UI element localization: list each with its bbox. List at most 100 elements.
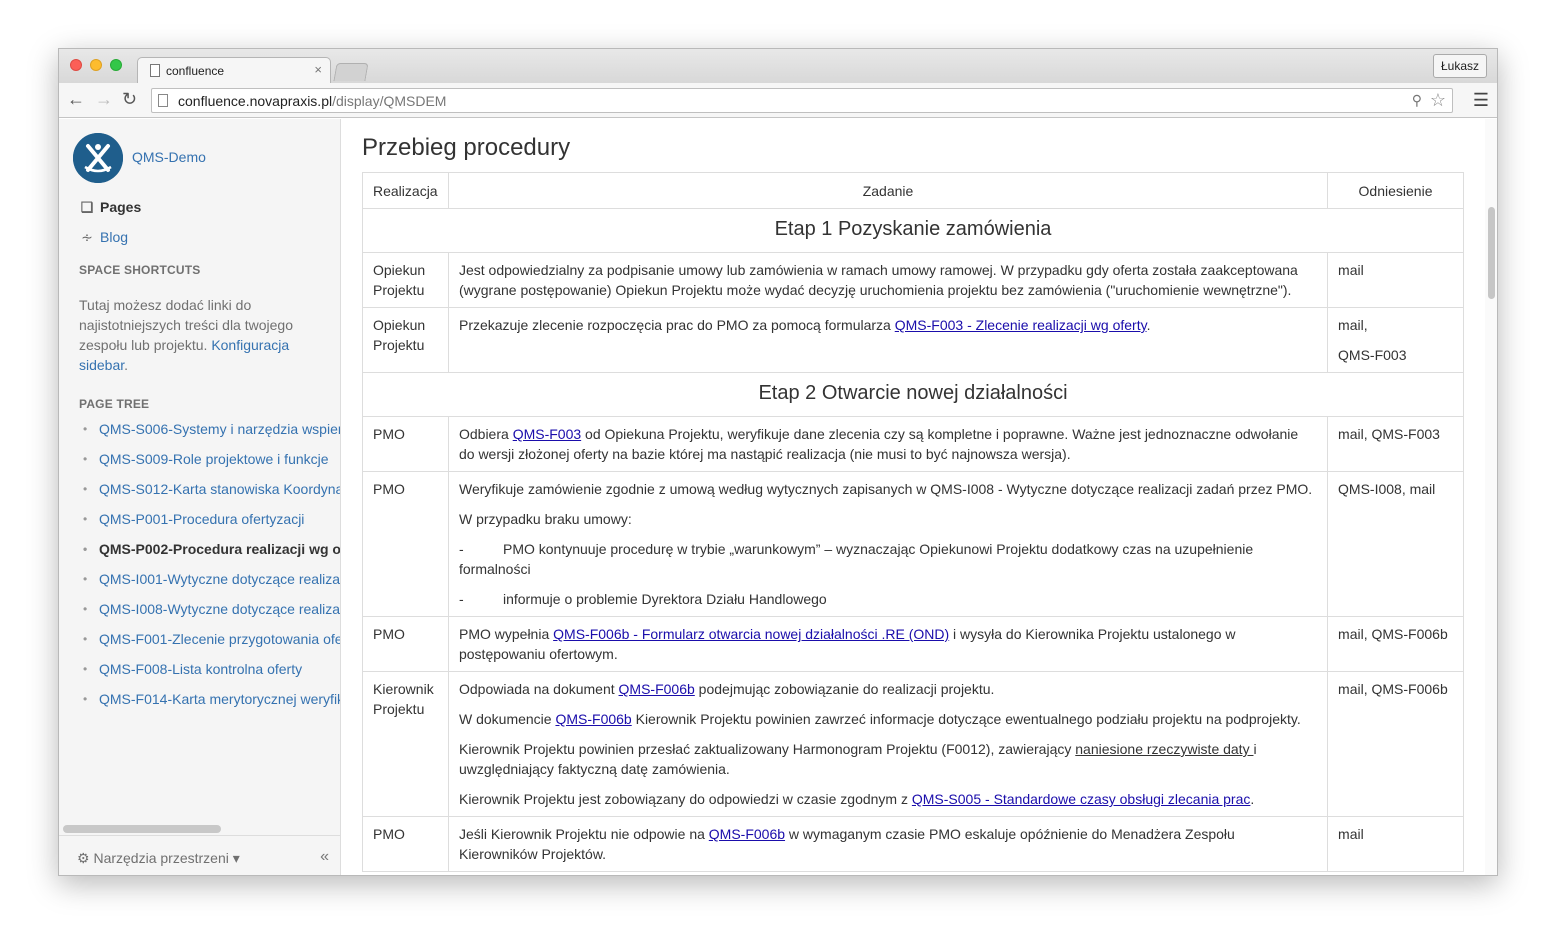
cell-zadanie: PMO wypełnia QMS-F006b - Formularz otwar… [447,616,1329,672]
gear-icon: ⚙ [77,850,90,866]
cell-zadanie: Weryfikuje zamówienie zgodnie z umową we… [447,471,1329,617]
table-row: Opiekun Projektu Jest odpowiedzialny za … [362,252,1464,308]
table-row: PMO Weryfikuje zamówienie zgodnie z umow… [362,471,1464,617]
sidebar-footer: ⚙ Narzędzia przestrzeni ▾ « [59,835,340,875]
ref-text: mail, [1338,317,1368,333]
page-tree-item[interactable]: QMS-S012-Karta stanowiska Koordynatora [79,479,340,509]
cell-zadanie: Jest odpowiedzialny za podpisanie umowy … [447,252,1329,308]
page-tree-item[interactable]: QMS-I001-Wytyczne dotyczące realizacji [79,569,340,599]
bookmark-star-icon[interactable]: ☆ [1430,90,1446,111]
task-bullet: - PMO kontynuuje procedurę w trybie „waru… [459,539,1317,579]
page-tree-item[interactable]: QMS-I008-Wytyczne dotyczące realizacji [79,599,340,629]
task-text: Odbiera [458,426,513,442]
task-text: Kierownik Projektu powinien przesłać zak… [458,741,1076,757]
browser-toolbar: ← → ↻ confluence.novapraxis.pl/display/Q… [59,83,1497,118]
ref-text: QMS-F003 [1338,347,1407,363]
address-bar[interactable]: confluence.novapraxis.pl/display/QMSDEM … [151,88,1453,113]
task-text: W przypadku braku umowy: [458,511,632,527]
task-text: Przekazuje zlecenie rozpoczęcia prac do … [458,317,895,333]
cell-realizacja: PMO [362,416,449,472]
space-tools-button[interactable]: ⚙ Narzędzia przestrzeni ▾ [77,850,240,867]
stage-title: Etap 2 Otwarcie nowej działalności [362,372,1464,417]
task-text: Kierownik Projektu jest zobowiązany do o… [458,791,912,807]
sidebar-item-label: Blog [100,229,129,245]
tab-bar: confluence × Łukasz [59,49,1497,83]
cell-odniesienie: mail [1327,816,1464,872]
browser-window: confluence × Łukasz ← → ↻ confluence.nov… [58,48,1498,876]
page-tree-item[interactable]: QMS-S006-Systemy i narzędzia wspierające [79,419,340,449]
window-maximize-button[interactable] [110,59,122,71]
task-text: W dokumencie [458,711,556,727]
cell-odniesienie: mail, QMS-F006b [1327,616,1464,672]
table-row: PMO PMO wypełnia QMS-F006b - Formularz o… [362,616,1464,672]
page-tree-heading: PAGE TREE [79,397,150,411]
page-tree-item[interactable]: QMS-F008-Lista kontrolna oferty [79,659,340,689]
cell-odniesienie: mail [1327,252,1464,308]
table-row: PMO Odbiera QMS-F003 od Opiekuna Projekt… [362,416,1464,472]
page-tree-item[interactable]: QMS-F001-Zlecenie przygotowania oferty [79,629,340,659]
doc-link[interactable]: QMS-F006b [555,711,631,727]
reload-icon[interactable]: ↻ [122,89,137,110]
task-text: PMO kontynuuje procedurę w trybie „warun… [458,541,1254,577]
sidebar-horizontal-scrollbar[interactable] [63,825,221,833]
task-text: Jeśli Kierownik Projektu nie odpowie na [458,826,709,842]
rss-icon: ∻ [81,229,93,245]
space-shortcuts-text: Tutaj możesz dodać linki do najistotniej… [79,295,314,375]
header-odniesienie: Odniesienie [1327,172,1464,209]
profile-button[interactable]: Łukasz [1432,54,1487,78]
task-text: . [1250,791,1255,807]
doc-link[interactable]: QMS-F003 [513,426,581,442]
cell-zadanie: Jeśli Kierownik Projektu nie odpowie na … [447,816,1329,872]
doc-link[interactable]: QMS-F003 - Zlecenie realizacji wg oferty [895,317,1147,333]
task-paragraph: Kierownik Projektu jest zobowiązany do o… [459,789,1317,809]
new-tab-button[interactable] [333,63,369,81]
task-text: podejmując zobowiązanie do realizacji pr… [694,681,995,697]
menu-icon[interactable]: ☰ [1473,90,1489,111]
task-text: PMO wypełnia [458,626,554,642]
space-sidebar: QMS-Demo ❏ Pages ∻ Blog SPACE SHORTCUTS Tu… [59,119,341,875]
page-tree: QMS-S006-Systemy i narzędzia wspierające… [79,419,340,719]
window-close-button[interactable] [70,59,82,71]
space-logo[interactable] [73,133,123,183]
cell-zadanie: Przekazuje zlecenie rozpoczęcia prac do … [447,307,1329,373]
doc-link[interactable]: QMS-F006b [709,826,785,842]
doc-link[interactable]: QMS-F006b - Formularz otwarcia nowej dzi… [553,626,949,642]
header-zadanie: Zadanie [447,172,1329,209]
procedure-table: Realizacja Zadanie Odniesienie Etap 1 Po… [362,172,1464,872]
task-text: . [1146,317,1151,333]
key-icon[interactable]: ⚲ [1412,92,1422,109]
collapse-sidebar-icon[interactable]: « [320,848,329,866]
tab-close-icon[interactable]: × [314,62,322,77]
stage-row: Etap 2 Otwarcie nowej działalności [362,372,1464,417]
window-minimize-button[interactable] [90,59,102,71]
page-tree-item[interactable]: QMS-S009-Role projektowe i funkcje [79,449,340,479]
back-arrow-icon[interactable]: ← [67,89,85,110]
browser-tab[interactable]: confluence × [137,57,331,83]
space-logo-icon [73,133,123,183]
doc-link[interactable]: QMS-F006b [619,681,695,697]
task-text: Odpowiada na dokument [458,681,619,697]
cell-realizacja: PMO [362,816,449,872]
page-tree-item[interactable]: QMS-P001-Procedura ofertyzacji [79,509,340,539]
scrollbar-thumb[interactable] [1488,207,1495,299]
cell-zadanie: Odbiera QMS-F003 od Opiekuna Projektu, w… [447,416,1329,472]
cell-realizacja: PMO [362,616,449,672]
shortcuts-end: . [124,357,129,373]
sidebar-item-pages[interactable]: ❏ Pages [79,199,142,216]
doc-link[interactable]: QMS-S005 - Standardowe czasy obsługi zle… [912,791,1251,807]
header-realizacja: Realizacja [362,172,449,209]
page-title: Przebieg procedury [362,134,571,161]
forward-arrow-icon[interactable]: → [95,89,113,110]
space-name-link[interactable]: QMS-Demo [132,149,206,165]
page-vertical-scrollbar[interactable] [1485,119,1497,875]
sidebar-item-blog[interactable]: ∻ Blog [79,229,128,246]
dash: - [458,591,464,607]
table-row: Kierownik Projektu Odpowiada na dokument… [362,671,1464,817]
cell-realizacja: Kierownik Projektu [362,671,449,817]
url-text[interactable]: confluence.novapraxis.pl/display/QMSDEM [178,93,446,109]
page-tree-item-current[interactable]: QMS-P002-Procedura realizacji wg oferty [79,539,340,569]
stage-title: Etap 1 Pozyskanie zamówienia [362,208,1464,253]
cell-realizacja: Opiekun Projektu [362,252,449,308]
page-tree-item[interactable]: QMS-F014-Karta merytorycznej weryfikacji [79,689,340,719]
task-paragraph: Odpowiada na dokument QMS-F006b podejmuj… [459,679,1317,699]
